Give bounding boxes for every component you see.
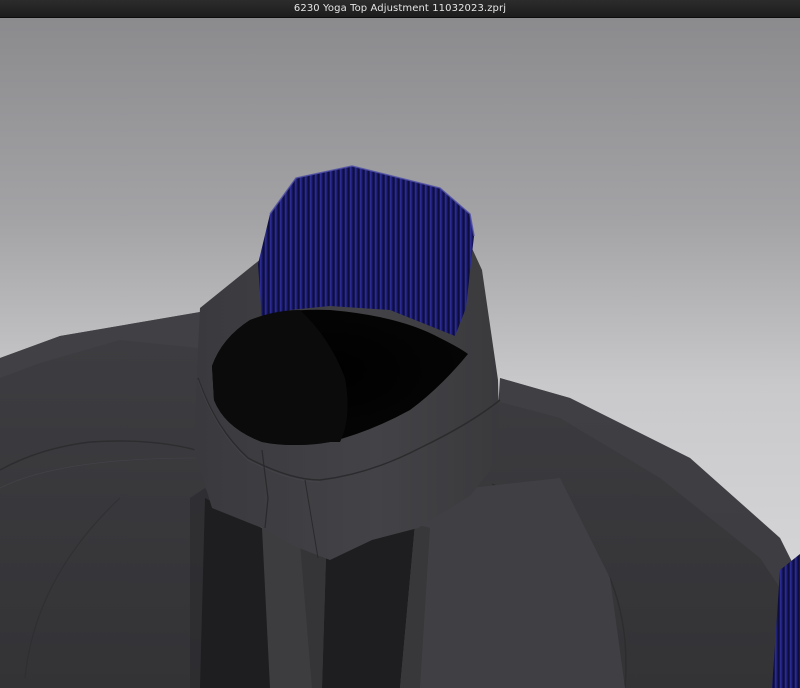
garment-3d-model[interactable] bbox=[0, 18, 800, 688]
window-title: 6230 Yoga Top Adjustment 11032023.zprj bbox=[293, 3, 507, 14]
window-title-bar: 6230 Yoga Top Adjustment 11032023.zprj bbox=[0, 0, 800, 18]
3d-viewport[interactable] bbox=[0, 18, 800, 688]
